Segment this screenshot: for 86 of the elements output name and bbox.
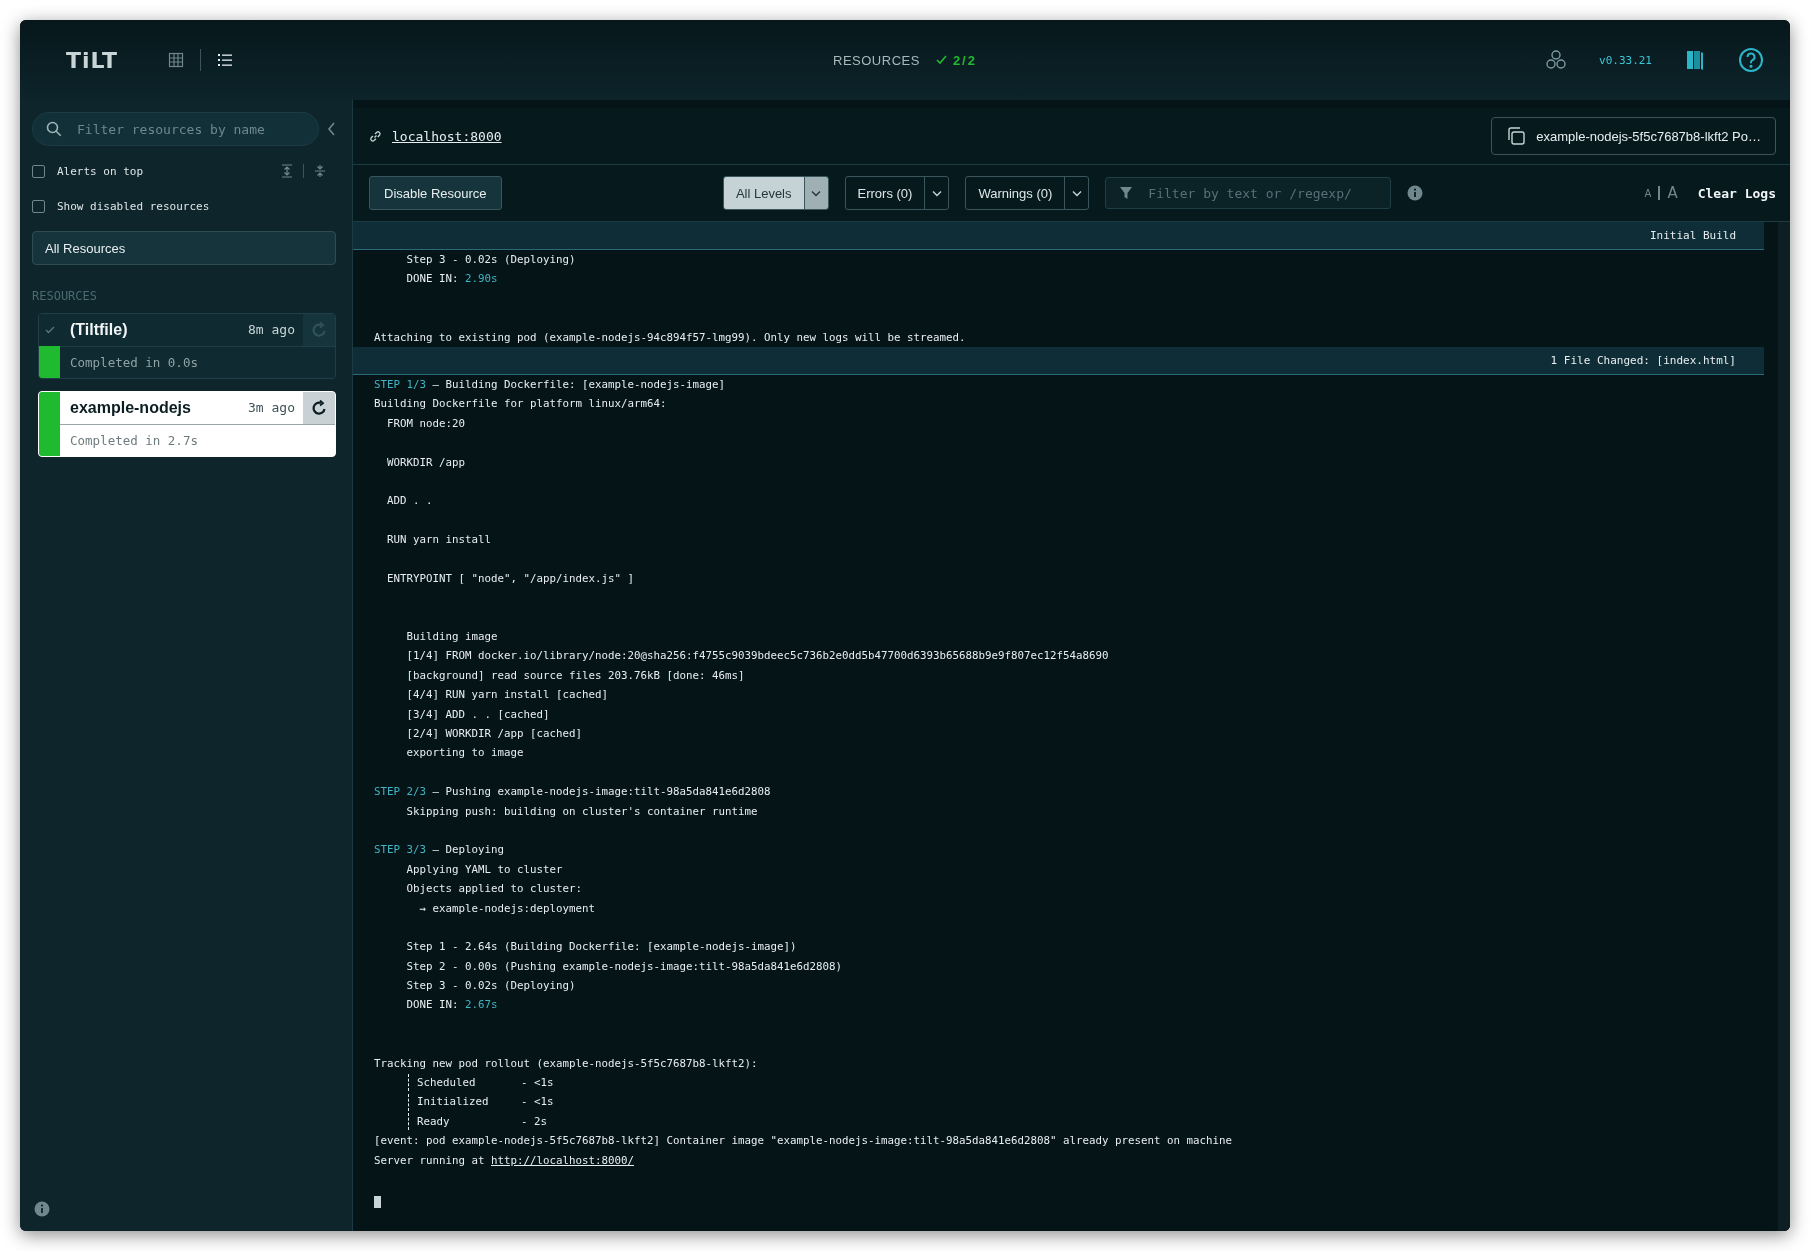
resource-card[interactable]: example-nodejs 3m ago Completed in 2.7s <box>38 391 336 457</box>
caret-icon <box>811 189 821 197</box>
search-field[interactable]: Filter resources by name <box>32 112 319 146</box>
log-line: [4/4] RUN yarn install [cached] <box>405 687 608 704</box>
log-line: [1/4] FROM docker.io/library/node:20@sha256:f4755c9039bdeec5c736b2e0dd5b47700d6393b65688b9e9f807ec12f54a8690 <box>405 648 1109 665</box>
refresh-icon <box>311 321 327 338</box>
resource-time: 8m ago <box>248 322 295 338</box>
disable-resource-button[interactable]: Disable Resource <box>369 176 502 210</box>
section-title: Initial Build <box>1649 229 1736 242</box>
book-icon[interactable] <box>1684 48 1706 72</box>
tree-guide <box>408 1113 409 1130</box>
caret-icon <box>931 189 942 197</box>
build-status: Completed in 2.7s <box>70 432 198 448</box>
caret-icon <box>1071 189 1082 197</box>
log-line: Server running at http://localhost:8000/ <box>374 1152 635 1169</box>
grid-icon <box>167 52 184 68</box>
info-icon[interactable] <box>1407 185 1424 201</box>
log-cursor <box>374 1196 381 1209</box>
log-line: Step 2 - 0.00s (Pushing example-nodejs-image:tilt-98a5da841e6d2808) <box>405 958 843 975</box>
search-icon <box>46 121 62 137</box>
log-link[interactable]: http://localhost:8000/ <box>491 1153 635 1167</box>
collapse-all-icon[interactable] <box>314 164 326 178</box>
version-label: v0.33.21 <box>1599 53 1652 67</box>
expand-all-icon[interactable] <box>281 164 293 178</box>
log-line: Skipping push: building on cluster's container runtime <box>405 803 758 820</box>
larger-font-button[interactable]: A <box>1667 184 1678 202</box>
log-line: ENTRYPOINT [ "node", "/app/index.js" ] <box>386 570 634 587</box>
log-line: FROM node:20 <box>386 415 465 432</box>
log-line: STEP 2/3 — Pushing example-nodejs-image:tilt-98a5da841e6d2808 <box>374 784 771 801</box>
resource-name: example-nodejs <box>70 398 192 417</box>
help-icon[interactable] <box>1738 47 1764 73</box>
log-line: Ready - 2s <box>417 1113 547 1130</box>
section-label: RESOURCES <box>32 289 99 303</box>
log-line: DONE IN: 2.67s <box>405 997 498 1014</box>
log-line: Building image <box>405 629 498 646</box>
all-resources-button[interactable]: All Resources <box>32 231 336 265</box>
log-line: Building Dockerfile for platform linux/arm64: <box>374 396 667 413</box>
copy-pod-button[interactable]: example-nodejs-5f5c7687b8-lkft2 Po… <box>1491 117 1776 155</box>
clear-logs-button[interactable]: Clear Logs <box>1697 185 1776 201</box>
check-icon <box>935 55 947 65</box>
level-filter-button[interactable]: All Levels <box>723 177 804 209</box>
collapse-icon[interactable] <box>327 122 336 136</box>
log-line: [3/4] ADD . . [cached] <box>405 706 550 723</box>
copy-icon <box>1506 126 1527 146</box>
log-line: STEP 1/3 — Building Dockerfile: [example-nodejs-image] <box>374 376 726 393</box>
level-dropdown-button[interactable] <box>803 177 828 209</box>
list-icon <box>216 52 233 68</box>
link-icon <box>369 129 382 143</box>
option-checkbox[interactable]: Show disabled resources <box>32 200 210 213</box>
log-line: Initialized - <1s <box>417 1094 554 1111</box>
log-line: Step 1 - 2.64s (Building Dockerfile: [example-nodejs-image]) <box>405 939 797 956</box>
cluster-icon[interactable] <box>1545 49 1567 71</box>
resource-name: (Tiltfile) <box>70 320 129 339</box>
log-line: [event: pod example-nodejs-5f5c7687b8-lkft2] Container image "example-nodejs-image:tilt-98a5da841e6d2808" already present on machine <box>374 1133 1233 1150</box>
log-line: RUN yarn install <box>386 532 491 549</box>
log-line: Scheduled - <1s <box>417 1075 554 1091</box>
log-line: Objects applied to cluster: <box>405 881 582 898</box>
log-line: STEP 3/3 — Deploying <box>374 842 505 859</box>
log-line: → example-nodejs:deployment <box>418 900 595 917</box>
log-line: [2/4] WORKDIR /app [cached] <box>405 726 582 742</box>
resources-label: RESOURCES <box>833 52 920 68</box>
build-status: Completed in 0.0s <box>70 354 198 370</box>
option-checkbox[interactable]: Alerts on top <box>32 164 144 178</box>
smaller-font-button[interactable]: A <box>1644 187 1652 199</box>
log-line: [background] read source files 203.76kB [done: 46ms] <box>405 667 745 684</box>
trigger-button[interactable] <box>303 392 335 424</box>
funnel-icon <box>1119 186 1134 200</box>
log-line: Step 3 - 0.02s (Deploying) <box>405 252 576 268</box>
log-line: DONE IN: 2.90s <box>405 271 498 288</box>
log-line: WORKDIR /app <box>386 454 465 471</box>
resource-count: 2/2 <box>952 52 977 68</box>
resource-time: 3m ago <box>248 400 295 416</box>
log-line: exporting to image <box>405 745 524 762</box>
info-icon[interactable] <box>34 1201 50 1217</box>
endpoint-link[interactable]: localhost:8000 <box>392 128 502 144</box>
resource-card[interactable]: (Tiltfile) 8m ago Completed in 0.0s <box>38 313 336 379</box>
log-line: Applying YAML to cluster <box>405 861 563 878</box>
logo: TiLT <box>66 47 118 73</box>
check-icon <box>44 326 55 334</box>
section-title: 1 File Changed: [index.html] <box>1550 353 1736 367</box>
log-line: Tracking new pod rollout (example-nodejs-5f5c7687b8-lkft2): <box>374 1055 758 1072</box>
refresh-icon <box>311 399 327 416</box>
log-filter-field[interactable]: Filter by text or /regexp/ <box>1105 177 1392 209</box>
log-line: ADD . . <box>386 493 433 510</box>
log-line: Step 3 - 0.02s (Deploying) <box>405 978 576 995</box>
log-line: Attaching to existing pod (example-nodejs-94c894f57-lmg99). Only new logs will be streamed. <box>374 329 966 346</box>
